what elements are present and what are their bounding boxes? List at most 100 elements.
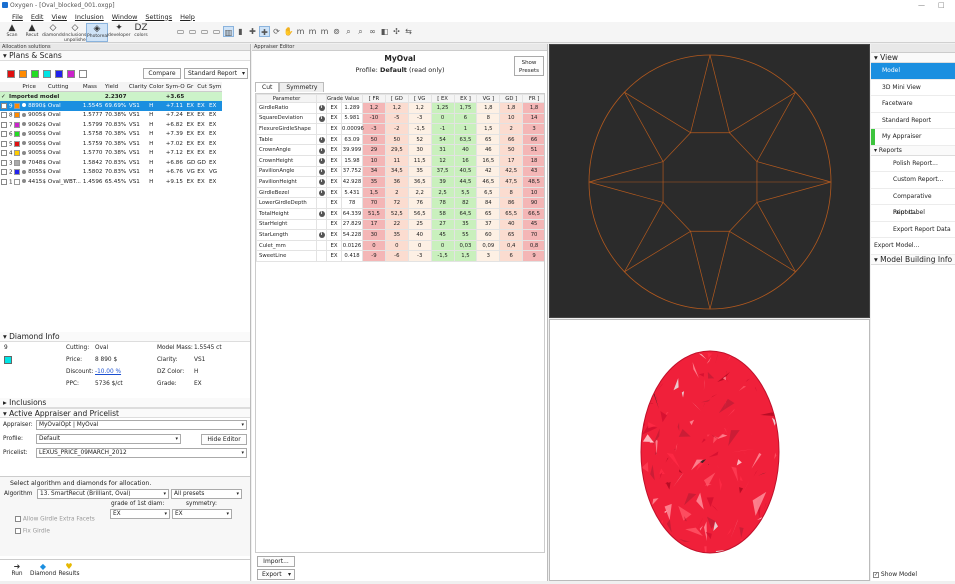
report-item[interactable]: Print Label <box>871 205 955 222</box>
minimize-button[interactable]: — <box>918 1 925 9</box>
param-bound[interactable]: 29 <box>363 145 386 156</box>
param-bound[interactable]: 66 <box>500 134 523 145</box>
symmetry-select[interactable]: EX▾ <box>172 509 232 519</box>
developer-tool[interactable]: ✦developer <box>108 23 130 42</box>
plans-column-header[interactable]: Cut <box>196 82 208 92</box>
toolbar-tool-icon[interactable]: ⟳ <box>271 26 282 37</box>
param-bound[interactable]: 1,2 <box>385 103 408 114</box>
param-bound[interactable]: -1,5 <box>408 124 431 135</box>
toolbar-tool-icon[interactable]: ⇆ <box>403 26 414 37</box>
toolbar-tool-icon[interactable]: ▭ <box>211 26 222 37</box>
checkbox-icon[interactable] <box>1 160 7 166</box>
param-bound[interactable]: 10 <box>500 113 523 124</box>
plan-row[interactable]: 2 8055$Oval1.580270.83%VS1H+6.76VGEXVG <box>0 168 222 178</box>
plan-row[interactable]: 5 9005$Oval1.575970.38%VS1H+7.02EXEXEX <box>0 139 222 149</box>
param-bound[interactable]: 1,25 <box>431 103 454 114</box>
param-bound[interactable]: 35 <box>454 219 477 230</box>
toolbar-tool-icon[interactable]: ▭ <box>199 26 210 37</box>
param-bound[interactable]: 50 <box>363 134 386 145</box>
param-bound[interactable]: 1 <box>454 124 477 135</box>
menu-view[interactable]: View <box>51 13 66 21</box>
param-bound[interactable]: -6 <box>385 251 408 262</box>
view-section-header[interactable]: ▾ View <box>871 53 955 63</box>
toolbar-tool-icon[interactable]: m <box>319 26 330 37</box>
toolbar-tool-icon[interactable]: m <box>295 26 306 37</box>
param-row[interactable]: PavilionHeightiEX42.928353636,53944,546,… <box>257 177 546 188</box>
param-bound[interactable]: -3 <box>408 251 431 262</box>
param-bound[interactable]: 34,5 <box>385 166 408 177</box>
report-dropdown[interactable]: Standard Report▾ <box>184 68 248 79</box>
plans-column-header[interactable]: Gr <box>186 82 197 92</box>
plan-select-cell[interactable] <box>0 149 8 159</box>
tab-run[interactable]: ➜Run <box>4 562 30 577</box>
colors-tool[interactable]: DZcolors <box>130 23 152 42</box>
param-bound[interactable]: 40 <box>408 230 431 241</box>
plan-select-cell[interactable] <box>0 120 8 130</box>
tab-cut[interactable]: Cut <box>255 82 279 92</box>
plan-row[interactable]: 3 7048$Oval1.584270.83%VS1H+6.86GDGDEX <box>0 158 222 168</box>
param-bound[interactable]: 76 <box>408 198 431 209</box>
color-swatch[interactable] <box>43 70 51 78</box>
param-bound[interactable]: 64,5 <box>454 208 477 219</box>
color-swatch[interactable] <box>67 70 75 78</box>
param-bound[interactable]: 2,5 <box>431 187 454 198</box>
color-swatch[interactable] <box>7 70 15 78</box>
param-bound[interactable]: 30 <box>363 230 386 241</box>
toolbar-tool-icon[interactable]: ⊚ <box>331 26 342 37</box>
param-row[interactable]: TotalHeightiEX64.33951,552,556,55864,565… <box>257 208 546 219</box>
plans-column-header[interactable]: Yield <box>104 82 128 92</box>
plan-select-cell[interactable] <box>0 130 8 140</box>
info-icon[interactable]: i <box>319 211 325 217</box>
param-bound[interactable]: 84 <box>477 198 500 209</box>
param-bound[interactable]: 12 <box>431 155 454 166</box>
param-bound[interactable]: 25 <box>408 219 431 230</box>
info-icon[interactable]: i <box>319 158 325 164</box>
param-bound[interactable]: 37 <box>477 219 500 230</box>
param-bound[interactable]: -10 <box>363 113 386 124</box>
param-bound[interactable]: 42 <box>477 166 500 177</box>
menu-inclusion[interactable]: Inclusion <box>75 13 104 21</box>
param-bound[interactable]: 5,5 <box>454 187 477 198</box>
model-building-header[interactable]: ▾ Model Building Info <box>871 255 955 265</box>
param-bound[interactable]: 36 <box>385 177 408 188</box>
param-bound[interactable]: 2 <box>385 187 408 198</box>
plan-select-cell[interactable] <box>0 111 8 121</box>
view-item-my-appraiser[interactable]: My Appraiser <box>871 129 955 146</box>
pricelist-select[interactable]: LEXUS_PRICE_09MARCH_2012▾ <box>36 448 247 458</box>
checkbox-icon[interactable] <box>1 179 7 185</box>
param-bound[interactable]: 1,2 <box>408 103 431 114</box>
checkbox-icon[interactable] <box>1 112 7 118</box>
plans-column-header[interactable]: Clarity <box>128 82 148 92</box>
plans-column-header[interactable]: Cutting <box>47 82 82 92</box>
param-bound[interactable]: 82 <box>454 198 477 209</box>
param-bound[interactable]: 45 <box>431 230 454 241</box>
appraiser-select[interactable]: MyOvalOpt | MyOval▾ <box>36 420 247 430</box>
param-bound[interactable]: 17 <box>500 155 523 166</box>
param-bound[interactable]: 14 <box>523 113 545 124</box>
plan-row[interactable]: 8 9005$Oval1.577770.38%VS1H+7.24EXEXEX <box>0 111 222 121</box>
photoreal-render-view[interactable] <box>549 319 870 581</box>
export-dropdown[interactable]: Export▾ <box>257 569 295 580</box>
plans-column-header[interactable]: Price <box>21 82 47 92</box>
algorithm-select[interactable]: 13. SmartRecut (Brilliant, Oval)▾ <box>37 489 169 499</box>
menu-file[interactable]: File <box>12 13 23 21</box>
info-icon[interactable]: i <box>319 232 325 238</box>
menu-window[interactable]: Window <box>112 13 138 21</box>
tab-diamond[interactable]: ◆Diamond <box>30 562 56 577</box>
toolbar-tool-icon[interactable]: ✚ <box>259 26 270 37</box>
hide-editor-button[interactable]: Hide Editor <box>201 434 247 445</box>
imported-model-row[interactable]: ✓Imported model2.2307+3.65 <box>0 92 222 102</box>
param-bound[interactable]: 30 <box>408 145 431 156</box>
param-row[interactable]: SweetLineEX0.418-9-6-3-1,51,5369 <box>257 251 546 262</box>
toolbar-tool-icon[interactable]: ▭ <box>187 26 198 37</box>
param-bound[interactable]: 35 <box>408 166 431 177</box>
profile-select[interactable]: Default▾ <box>36 434 181 444</box>
report-item[interactable]: Export Report Data <box>871 222 955 239</box>
param-bound[interactable]: 18 <box>523 155 545 166</box>
param-bound[interactable]: 48,5 <box>523 177 545 188</box>
param-row[interactable]: LowerGirdleDepthEX787072767882848690 <box>257 198 546 209</box>
param-row[interactable]: FlexureGirdleShapeEX0.00096-3-2-1,5-111,… <box>257 124 546 135</box>
param-bound[interactable]: 0,09 <box>477 240 500 251</box>
toolbar-tool-icon[interactable]: ▥ <box>223 26 234 37</box>
param-bound[interactable]: 0,4 <box>500 240 523 251</box>
